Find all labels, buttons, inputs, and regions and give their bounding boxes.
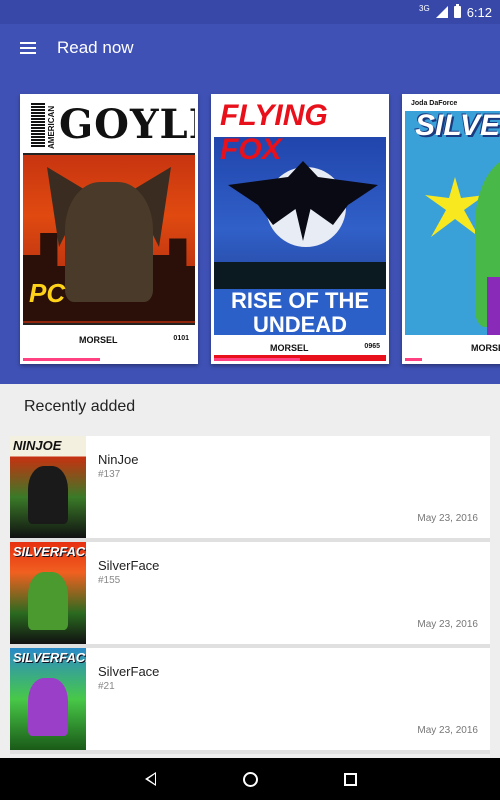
recently-added-list: NINJOE NinJoe #137 May 23, 2016 SILVERFA… (10, 436, 490, 754)
read-progress-bar (405, 358, 423, 361)
page-title: Read now (57, 38, 134, 57)
back-button[interactable] (130, 759, 170, 799)
back-icon (144, 772, 156, 786)
signal-icon (435, 6, 448, 18)
app-bar: Read now (0, 24, 500, 72)
cover-title: GOYLE (59, 101, 195, 148)
comic-thumbnail: SILVERFACE (10, 542, 86, 644)
list-item[interactable]: SILVERFACE SilverFace #21 May 23, 2016 (10, 648, 490, 754)
cover-art: AMERICAN GOYLE PC MORSEL 0101 (23, 97, 195, 361)
cover-subtitle: RISE OF THE UNDEAD (214, 289, 386, 337)
thumbnail-title: NINJOE (13, 438, 62, 453)
home-button[interactable] (230, 759, 270, 799)
brand-label: MORSEL (471, 343, 500, 353)
comic-cover[interactable]: FLYING FOX RISE OF THE UNDEAD MORSEL 096… (211, 94, 389, 364)
read-progress-bar (23, 358, 101, 361)
item-title: NinJoe (98, 452, 139, 467)
issue-number: 0101 (173, 335, 189, 342)
system-nav-bar (0, 758, 500, 800)
brand-label: MORSEL (270, 343, 309, 353)
read-now-carousel[interactable]: AMERICAN GOYLE PC MORSEL 0101 FLYING FOX… (0, 72, 500, 384)
cover-art: Joda DaForce SILVERF MORSEL (405, 97, 500, 361)
status-bar: 3G 6:12 (0, 0, 500, 24)
comic-thumbnail: SILVERFACE (10, 648, 86, 750)
cover-prefix: AMERICAN (47, 105, 56, 149)
item-date: May 23, 2016 (417, 725, 478, 736)
item-issue: #155 (98, 575, 121, 586)
byline: Joda DaForce (411, 100, 458, 107)
home-icon (242, 771, 258, 787)
comic-thumbnail: NINJOE (10, 436, 86, 538)
item-date: May 23, 2016 (417, 619, 478, 630)
item-issue: #137 (98, 469, 121, 480)
cover-title: FLYING FOX (220, 99, 328, 166)
issue-number: 0965 (364, 343, 380, 350)
comic-cover[interactable]: Joda DaForce SILVERF MORSEL (402, 94, 500, 364)
thumbnail-title: SILVERFACE (13, 650, 86, 665)
brand-label: MORSEL (79, 335, 118, 345)
comic-cover[interactable]: AMERICAN GOYLE PC MORSEL 0101 (20, 94, 198, 364)
clock: 6:12 (466, 4, 492, 20)
bat-figure (228, 161, 378, 241)
thumbnail-title: SILVERFACE (13, 544, 86, 559)
item-issue: #21 (98, 681, 115, 692)
gargoyle-figure (65, 182, 153, 302)
list-item[interactable]: SILVERFACE SilverFace #155 May 23, 2016 (10, 542, 490, 648)
section-title: Recently added (24, 398, 136, 415)
item-title: SilverFace (98, 558, 160, 573)
read-progress-bar (214, 358, 300, 361)
battery-icon (453, 4, 461, 18)
list-item[interactable]: NINJOE NinJoe #137 May 23, 2016 (10, 436, 490, 542)
recents-button[interactable] (330, 759, 370, 799)
network-type: 3G (419, 3, 430, 13)
cover-title: SILVERF (415, 109, 500, 142)
cover-art: FLYING FOX RISE OF THE UNDEAD MORSEL 096… (214, 97, 386, 361)
barcode-icon (31, 103, 45, 147)
hamburger-menu-icon[interactable] (0, 24, 56, 72)
item-date: May 23, 2016 (417, 513, 478, 524)
publisher-logo: PC (29, 278, 66, 308)
recents-icon (343, 772, 357, 786)
item-title: SilverFace (98, 664, 160, 679)
